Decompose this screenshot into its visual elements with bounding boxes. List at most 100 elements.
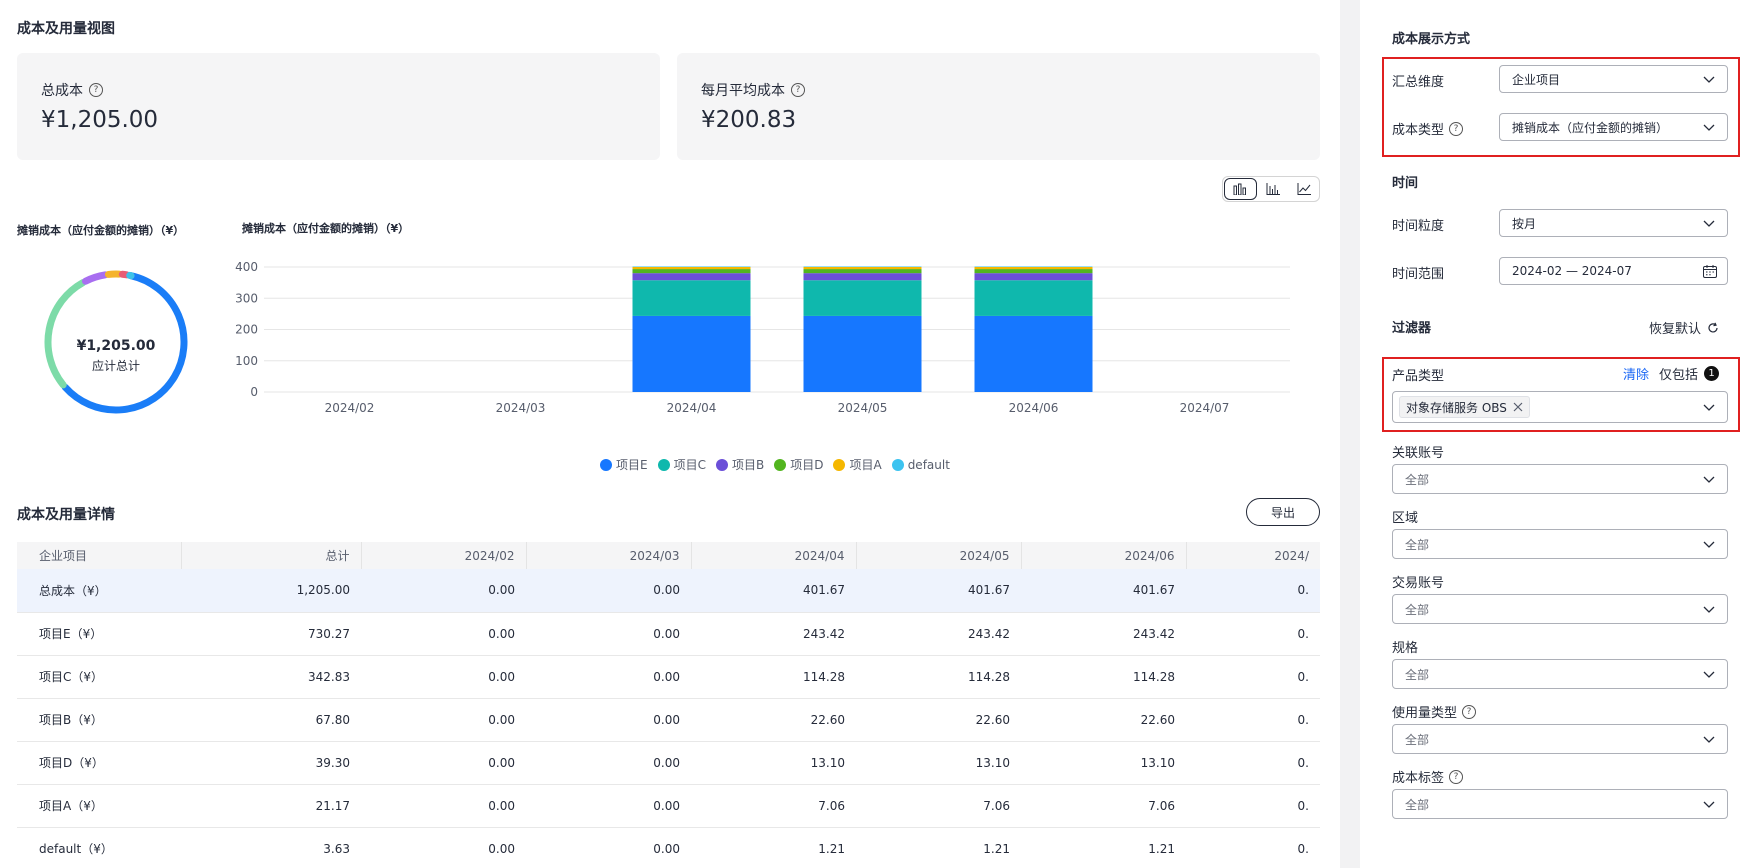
column-header[interactable]: 2024/04: [691, 542, 857, 569]
legend-item[interactable]: 项目D: [774, 456, 823, 473]
bar-segment[interactable]: [974, 280, 1093, 316]
row-label: default（¥）: [17, 827, 181, 868]
help-icon[interactable]: ?: [1449, 769, 1464, 784]
monthly-avg-value: ¥200.83: [701, 107, 797, 133]
monthly-avg-label: 每月平均成本: [701, 83, 785, 99]
stacked-bar-icon[interactable]: [1224, 178, 1257, 200]
table-cell: 401.67: [856, 569, 1021, 613]
donut-chart-title: 摊销成本（应付金额的摊销）（¥）: [17, 224, 185, 237]
granularity-label: 时间粒度: [1392, 219, 1445, 234]
row-label: 项目E（¥）: [17, 612, 181, 656]
column-header[interactable]: 2024/05: [856, 542, 1022, 569]
column-header[interactable]: 2024/02: [361, 542, 527, 569]
bar-segment[interactable]: [632, 315, 751, 392]
date-range-picker[interactable]: 2024-02 — 2024-07: [1499, 257, 1728, 285]
bar-segment[interactable]: [803, 315, 922, 392]
legend-item[interactable]: 项目B: [715, 456, 765, 473]
total-cost-label: 总成本: [41, 83, 83, 99]
help-icon[interactable]: ?: [791, 83, 805, 97]
table-cell: 0.00: [361, 698, 526, 742]
table-cell: 7.06: [1021, 784, 1186, 828]
table-cell: 401.67: [691, 569, 856, 613]
bar-segment[interactable]: [632, 269, 751, 274]
bar-segment[interactable]: [974, 266, 1093, 267]
donut-slice[interactable]: [81, 271, 109, 285]
line-icon[interactable]: [1288, 177, 1319, 201]
legend-item[interactable]: 项目C: [657, 456, 706, 473]
column-header[interactable]: 总计: [181, 542, 362, 569]
legend-label: 项目B: [731, 458, 765, 472]
bar-segment[interactable]: [803, 280, 922, 316]
filter-select[interactable]: 全部: [1392, 594, 1728, 624]
calendar-icon[interactable]: [1703, 265, 1717, 278]
table-cell: 7.06: [856, 784, 1021, 828]
table-cell: 22.60: [691, 698, 856, 742]
total-cost-value: ¥1,205.00: [41, 107, 159, 133]
bar-segment[interactable]: [632, 266, 751, 267]
bar-segment[interactable]: [974, 269, 1093, 274]
y-tick-label: 300: [235, 291, 258, 305]
filter-select[interactable]: 全部: [1392, 529, 1728, 559]
filter-select[interactable]: 全部: [1392, 789, 1728, 819]
column-header[interactable]: 企业项目: [17, 542, 182, 569]
granularity-select[interactable]: 按月: [1499, 209, 1728, 237]
reset-default-button[interactable]: 恢复默认: [1649, 318, 1719, 337]
bar-segment[interactable]: [803, 266, 922, 267]
product-tag: 对象存储服务 OBS: [1399, 396, 1530, 418]
clear-link[interactable]: 清除: [1623, 364, 1649, 383]
cost-type-select[interactable]: 摊销成本（应付金额的摊销）: [1499, 113, 1728, 141]
filter-label: 关联账号: [1392, 446, 1445, 461]
filter-select[interactable]: 全部: [1392, 464, 1728, 494]
filter-label: 交易账号: [1392, 576, 1445, 591]
details-table: 企业项目 总计 2024/02 2024/03 2024/04 2024/05 2024/0…: [17, 542, 1320, 868]
help-icon[interactable]: ?: [1449, 121, 1464, 136]
donut-center-label: 应计总计: [91, 359, 140, 373]
column-header[interactable]: 2024/06: [1021, 542, 1187, 569]
legend-item[interactable]: 项目A: [833, 456, 882, 473]
table-cell: 243.42: [1021, 612, 1186, 656]
table-cell: 0.00: [526, 569, 691, 613]
chevron-down-icon: [1703, 404, 1715, 411]
summary-dim-select[interactable]: 企业项目: [1499, 65, 1728, 93]
bar-segment[interactable]: [803, 273, 922, 281]
summary-dim-label: 汇总维度: [1392, 75, 1445, 90]
close-icon[interactable]: [1513, 402, 1523, 412]
chevron-down-icon: [1703, 736, 1715, 743]
row-label: 项目A（¥）: [17, 784, 181, 828]
only-include-label[interactable]: 仅包括: [1659, 364, 1698, 383]
help-icon[interactable]: ?: [1462, 704, 1477, 719]
donut-slice[interactable]: [118, 270, 131, 279]
row-label: 项目D（¥）: [17, 741, 181, 785]
legend-item[interactable]: 项目E: [600, 456, 648, 473]
export-button[interactable]: 导出: [1246, 498, 1320, 526]
bar-segment[interactable]: [803, 266, 922, 270]
bar-segment[interactable]: [974, 273, 1093, 281]
column-header[interactable]: 2024/03: [526, 542, 692, 569]
table-cell: 0.00: [361, 741, 526, 785]
bar-segment[interactable]: [632, 273, 751, 281]
bar-segment[interactable]: [974, 315, 1093, 392]
table-cell: 0.00: [361, 569, 526, 613]
legend-item[interactable]: default: [891, 456, 950, 473]
chevron-down-icon: [1703, 541, 1715, 548]
bar-segment[interactable]: [803, 269, 922, 274]
table-cell: 7.06: [691, 784, 856, 828]
row-label: 项目C（¥）: [17, 655, 181, 699]
page-title: 成本及用量视图: [17, 21, 115, 37]
filter-select[interactable]: 全部: [1392, 659, 1728, 689]
table-cell: 0.: [1186, 784, 1320, 828]
table-cell: 39.30: [181, 741, 361, 785]
table-row: 项目A（¥） 21.17 0.00 0.00 7.06 7.06 7.06 0.: [17, 784, 1320, 828]
bar-icon[interactable]: [1258, 177, 1289, 201]
table-row: 总成本（¥） 1,205.00 0.00 0.00 401.67 401.67 401.67…: [17, 569, 1320, 613]
table-cell: 0.: [1186, 827, 1320, 868]
product-type-select[interactable]: 对象存储服务 OBS: [1392, 391, 1728, 423]
column-header[interactable]: 2024/: [1186, 542, 1320, 569]
bar-segment[interactable]: [632, 266, 751, 270]
help-icon[interactable]: ?: [89, 83, 103, 97]
filter-label: 规格: [1392, 641, 1419, 656]
bar-segment[interactable]: [974, 266, 1093, 270]
bar-segment[interactable]: [632, 280, 751, 316]
total-cost-card: 总成本 ? ¥1,205.00: [17, 53, 660, 160]
filter-select[interactable]: 全部: [1392, 724, 1728, 754]
